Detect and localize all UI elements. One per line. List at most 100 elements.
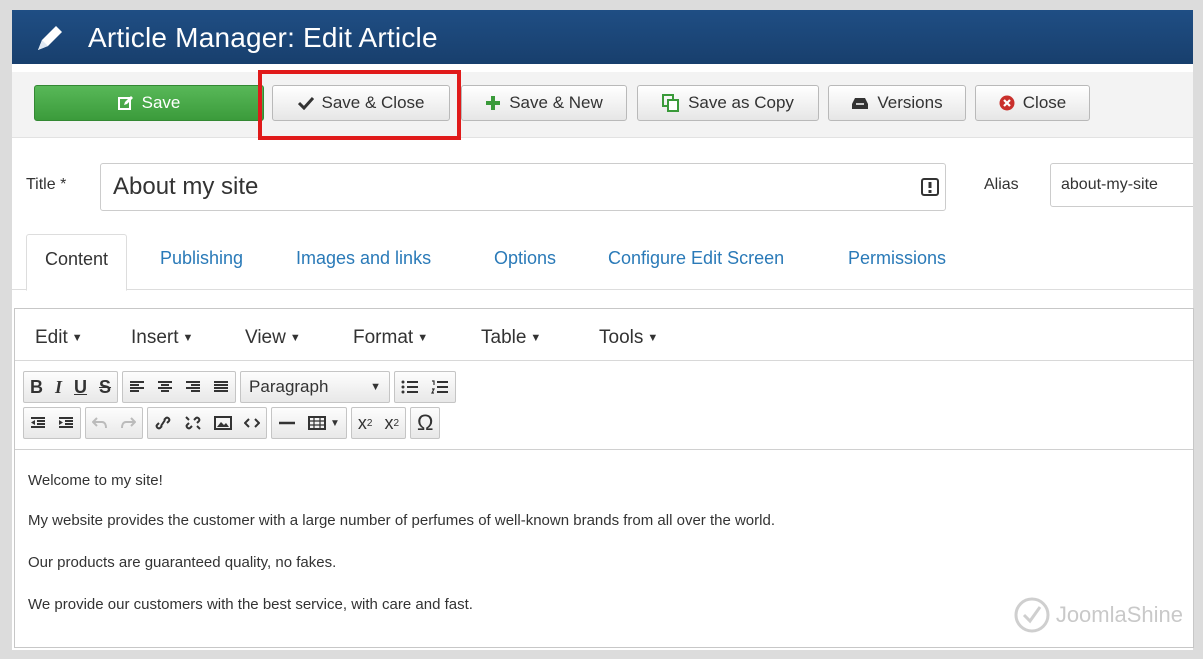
undo-icon[interactable]: [86, 408, 114, 438]
watermark: JoomlaShine: [1012, 595, 1183, 635]
caret-down-icon: ▼: [530, 331, 542, 344]
close-label: Close: [1022, 93, 1067, 112]
save-and-close-button[interactable]: Save & Close: [272, 85, 450, 121]
menu-format[interactable]: Format ▼: [353, 327, 428, 349]
content-paragraph: Welcome to my site!: [28, 472, 163, 489]
save-as-copy-label: Save as Copy: [688, 93, 794, 112]
special-char-group: Ω: [410, 407, 441, 439]
image-icon[interactable]: [208, 408, 238, 438]
caret-down-icon: ▼: [330, 417, 340, 429]
menu-edit-label: Edit: [35, 327, 68, 348]
text-style-group: B I U S: [23, 371, 119, 403]
menu-tools-label: Tools: [599, 327, 644, 348]
menu-insert-label: Insert: [131, 327, 179, 348]
numbered-list-icon[interactable]: [425, 372, 455, 402]
archive-icon: [852, 98, 869, 109]
save-and-new-button[interactable]: Save & New: [461, 85, 627, 121]
horizontal-rule-icon[interactable]: [272, 408, 302, 438]
caret-down-icon: ▼: [370, 381, 382, 393]
tab-content[interactable]: Content: [26, 234, 128, 291]
title-row: Title * Alias: [12, 158, 1193, 218]
underline-icon[interactable]: U: [68, 372, 93, 402]
unlink-icon[interactable]: [178, 408, 208, 438]
omega-icon[interactable]: Ω: [411, 408, 439, 438]
link-icon[interactable]: [148, 408, 178, 438]
align-justify-icon[interactable]: [207, 372, 235, 402]
tab-options[interactable]: Options: [494, 248, 556, 269]
rich-text-editor: Edit ▼ Insert ▼ View ▼ Format ▼ Table ▼ Tools…: [14, 308, 1194, 648]
plus-icon: [486, 96, 501, 110]
outdent-icon[interactable]: [24, 408, 52, 438]
toolbar-row-2: ▼ x2 x2 Ω: [23, 407, 441, 439]
save-and-close-label: Save & Close: [321, 93, 425, 112]
content-paragraph: We provide our customers with the best s…: [28, 596, 473, 613]
insert-group: [147, 407, 267, 439]
bullet-list-icon[interactable]: [395, 372, 425, 402]
caret-down-icon: ▼: [182, 331, 194, 344]
content-paragraph: My website provides the customer with a …: [28, 512, 775, 529]
menu-table[interactable]: Table ▼: [481, 327, 541, 349]
paragraph-format-select[interactable]: Paragraph ▼: [240, 371, 391, 403]
tab-publishing[interactable]: Publishing: [160, 248, 243, 269]
edit-icon: [117, 96, 133, 110]
superscript-icon[interactable]: x2: [378, 408, 405, 438]
alignment-group: [122, 371, 237, 403]
editor-menubar: Edit ▼ Insert ▼ View ▼ Format ▼ Table ▼ Tools…: [15, 309, 1193, 361]
joomlashine-logo-icon: [1014, 597, 1050, 633]
caret-down-icon: ▼: [289, 331, 301, 344]
hr-table-group: ▼: [271, 407, 347, 439]
save-button[interactable]: Save: [34, 85, 264, 121]
watermark-text: JoomlaShine: [1055, 602, 1183, 627]
save-and-new-label: Save & New: [509, 93, 603, 112]
editor-content[interactable]: Welcome to my site! My website provides …: [15, 449, 1193, 649]
bold-icon[interactable]: B: [24, 372, 49, 402]
editor-tabs: Content Publishing Images and links Opti…: [12, 234, 1193, 291]
subscript-icon[interactable]: x2: [352, 408, 379, 438]
action-toolbar: Save Save & Close Save & New Save as Cop…: [12, 72, 1193, 138]
tab-configure-edit-screen[interactable]: Configure Edit Screen: [608, 248, 784, 269]
pencil-icon: [38, 26, 62, 50]
page-header: Article Manager: Edit Article: [12, 10, 1193, 64]
menu-insert[interactable]: Insert ▼: [131, 327, 193, 349]
table-icon[interactable]: ▼: [302, 408, 346, 438]
tab-permissions[interactable]: Permissions: [848, 248, 946, 269]
italic-icon[interactable]: I: [49, 372, 68, 402]
align-left-icon[interactable]: [123, 372, 151, 402]
tab-images-and-links[interactable]: Images and links: [296, 248, 431, 269]
close-circle-icon: [999, 95, 1015, 111]
close-button[interactable]: Close: [975, 85, 1090, 121]
menu-view-label: View: [245, 327, 286, 348]
redo-icon[interactable]: [114, 408, 142, 438]
title-label: Title *: [26, 176, 67, 193]
page-title: Article Manager: Edit Article: [88, 22, 438, 53]
save-as-copy-button[interactable]: Save as Copy: [637, 85, 819, 121]
code-icon[interactable]: [238, 408, 266, 438]
field-indicator-icon: [921, 178, 939, 196]
versions-button[interactable]: Versions: [828, 85, 966, 121]
alias-input[interactable]: [1050, 163, 1193, 207]
indent-icon[interactable]: [52, 408, 80, 438]
versions-label: Versions: [877, 93, 943, 112]
menu-table-label: Table: [481, 327, 527, 348]
align-center-icon[interactable]: [151, 372, 179, 402]
strikethrough-icon[interactable]: S: [93, 372, 117, 402]
align-right-icon[interactable]: [179, 372, 207, 402]
title-input[interactable]: [100, 163, 946, 211]
script-group: x2 x2: [350, 407, 407, 439]
paragraph-select-inner: Paragraph ▼: [241, 372, 389, 402]
caret-down-icon: ▼: [71, 331, 83, 344]
caret-down-icon: ▼: [417, 331, 429, 344]
toolbar-row-1: B I U S Paragraph ▼: [23, 371, 457, 403]
menu-view[interactable]: View ▼: [245, 327, 301, 349]
menu-edit[interactable]: Edit ▼: [35, 327, 83, 349]
indent-group: [23, 407, 81, 439]
copy-icon: [662, 94, 680, 112]
caret-down-icon: ▼: [647, 331, 659, 344]
save-button-label: Save: [141, 93, 181, 112]
alias-label: Alias: [984, 176, 1019, 193]
menu-format-label: Format: [353, 327, 414, 348]
menu-tools[interactable]: Tools ▼: [599, 327, 658, 349]
paragraph-select-value: Paragraph: [249, 377, 329, 396]
history-group: [85, 407, 143, 439]
checkmark-icon: [297, 96, 314, 110]
